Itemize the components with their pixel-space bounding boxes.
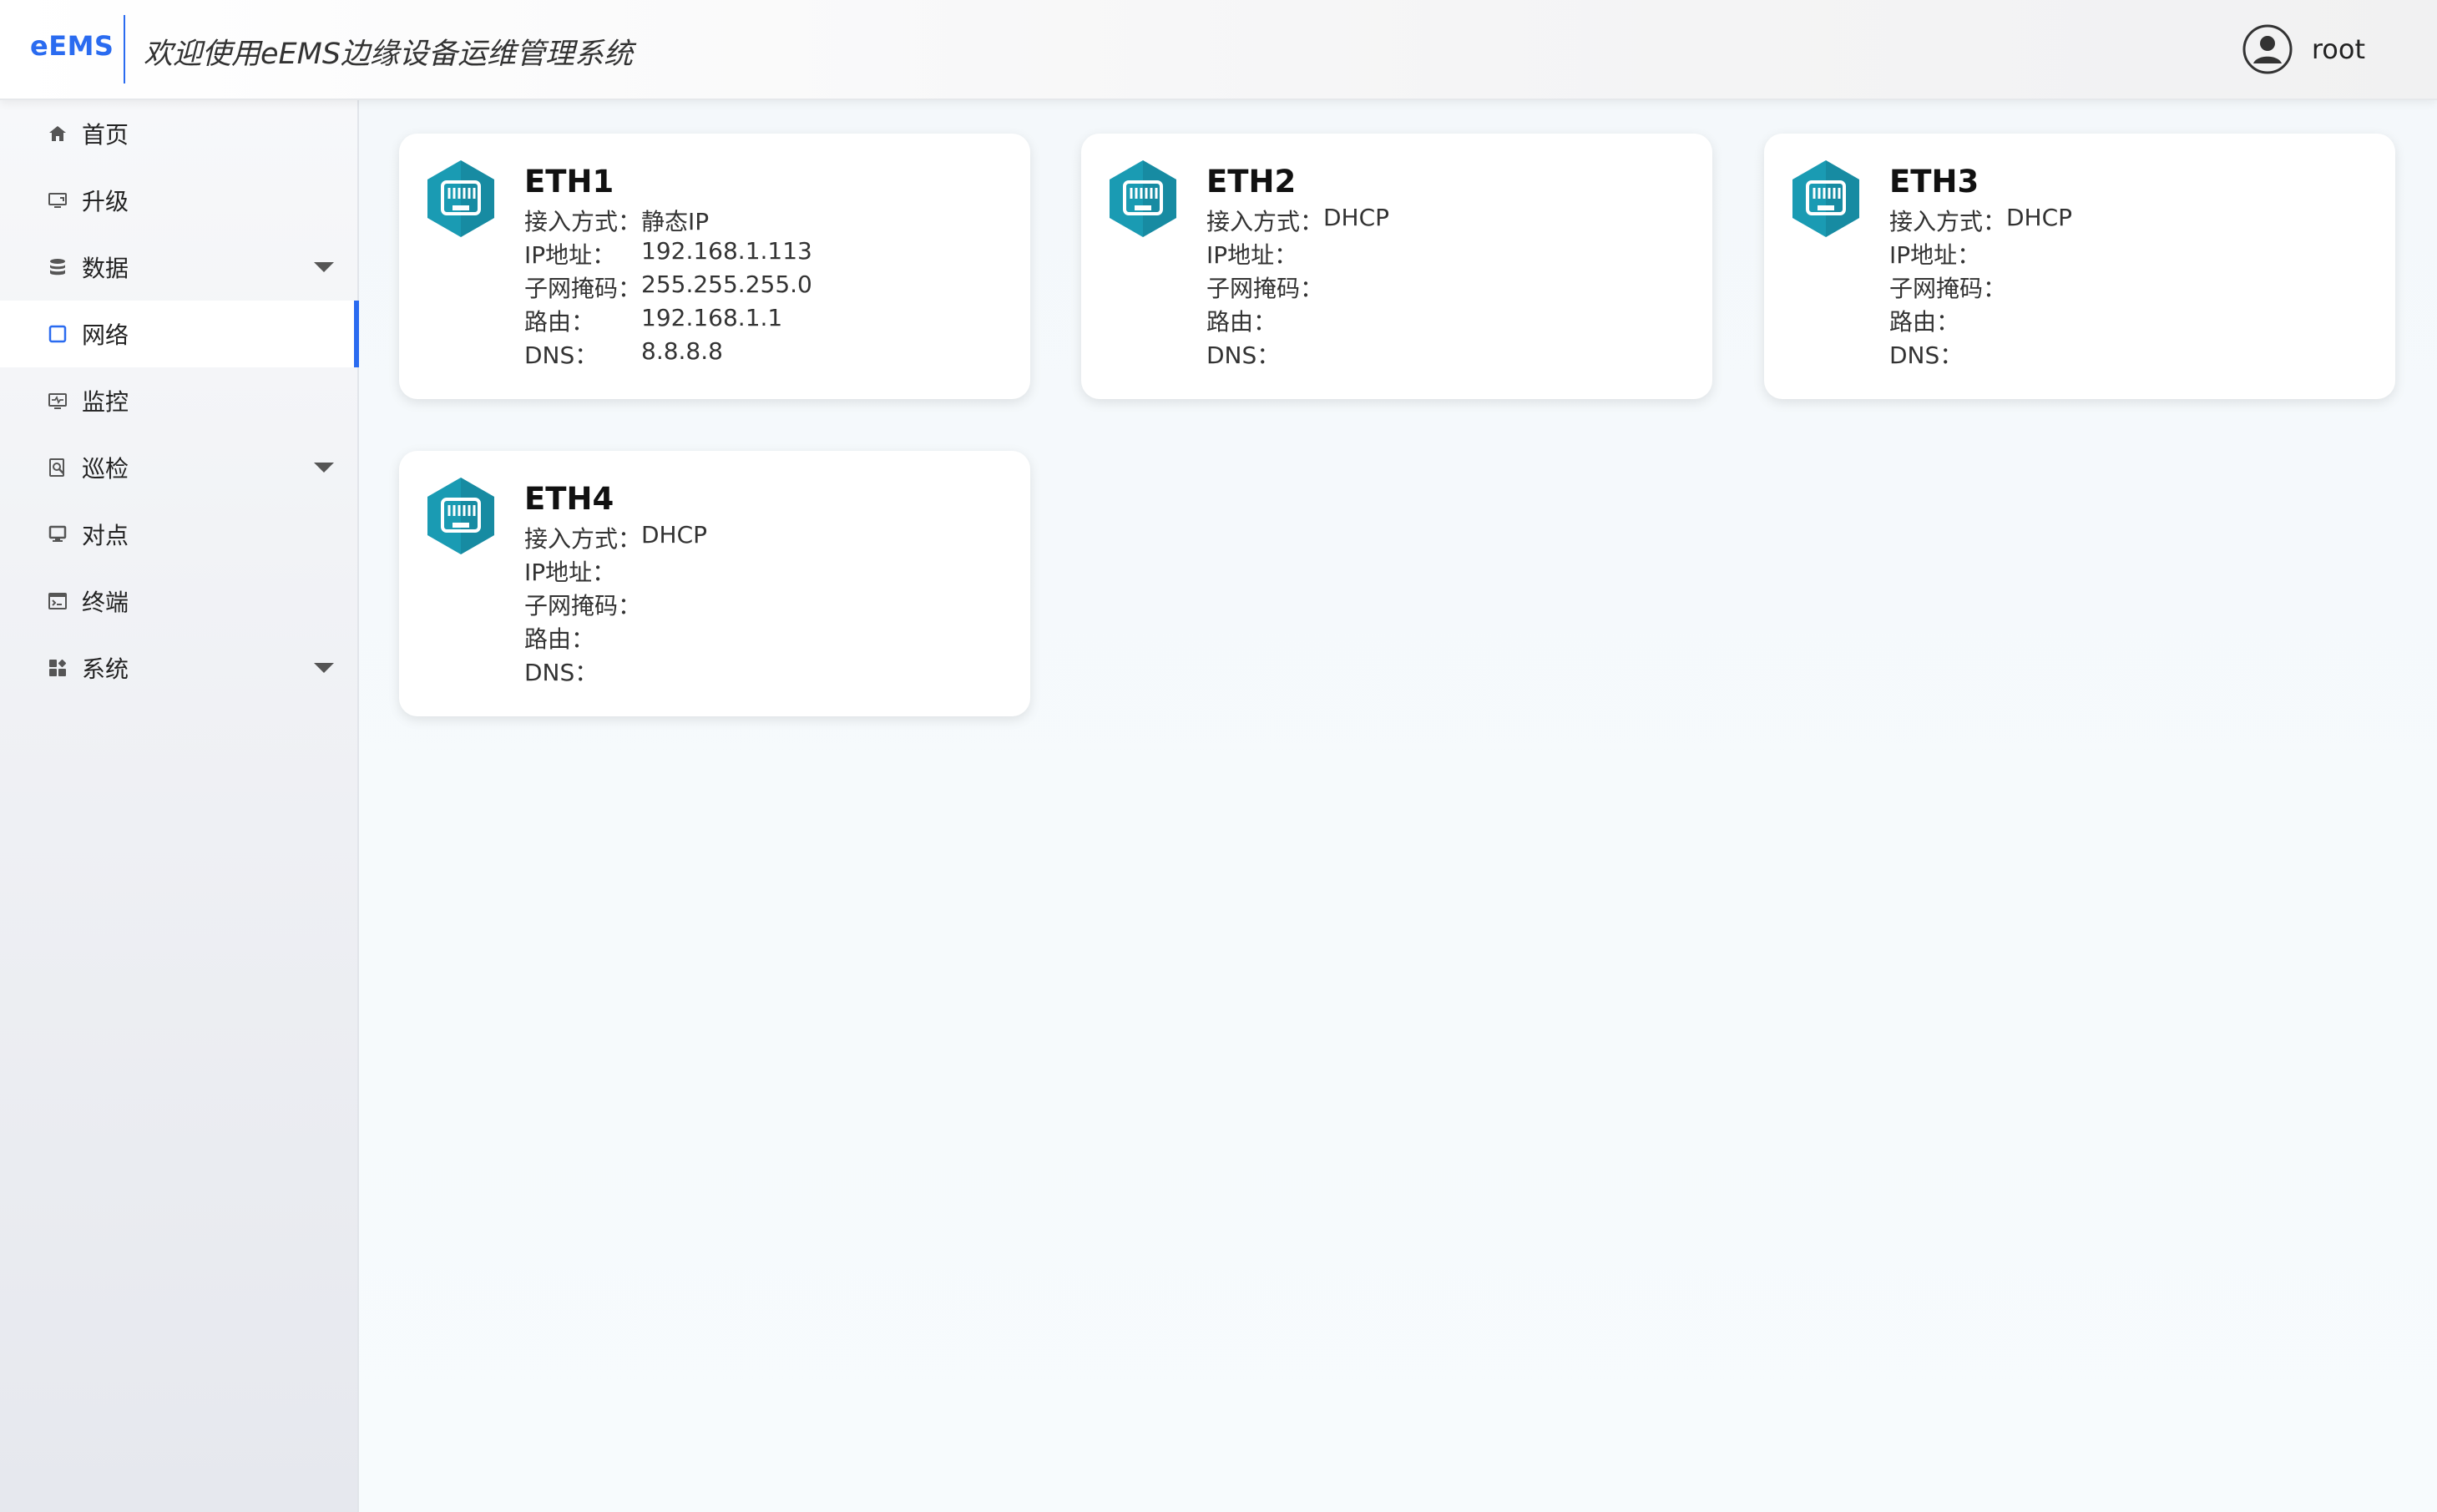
card-row-mask: 子网掩码： (1206, 271, 1323, 304)
sidebar-item-point[interactable]: 对点 (0, 501, 357, 568)
card-row-mode: 接入方式： DHCP (524, 521, 707, 554)
card-title: ETH3 (1889, 164, 1979, 200)
card-row-gateway: 路由： (524, 621, 594, 655)
field-label: 接入方式： (524, 525, 642, 553)
card-row-mode: 接入方式： DHCP (1206, 204, 1389, 237)
sidebar-item-label: 数据 (82, 255, 129, 282)
card-row-ip: IP地址： (524, 554, 615, 588)
field-value: DHCP (2006, 204, 2073, 231)
upgrade-icon (47, 190, 68, 211)
ethernet-port-icon (1110, 160, 1176, 237)
network-card-eth4[interactable]: ETH4 接入方式： DHCP IP地址： 子网掩码： 路由： DNS： (399, 451, 1030, 716)
network-card-eth2[interactable]: ETH2 接入方式： DHCP IP地址： 子网掩码： 路由： DNS： (1081, 134, 1712, 399)
sidebar-item-data[interactable]: 数据 (0, 234, 357, 301)
app-logo[interactable]: eEMS (30, 30, 114, 62)
field-label: 接入方式： (1889, 208, 2007, 235)
field-value: 255.255.255.0 (641, 271, 812, 298)
field-label: 子网掩码： (524, 275, 642, 302)
field-label: 路由： (1889, 308, 1960, 336)
sidebar-item-monitor[interactable]: 监控 (0, 367, 357, 434)
sidebar-item-terminal[interactable]: 终端 (0, 568, 357, 635)
app-root: eEMS 欢迎使用eEMS边缘设备运维管理系统 root 首页 升级 数据 网络… (0, 0, 2437, 1512)
top-header: eEMS 欢迎使用eEMS边缘设备运维管理系统 root (0, 0, 2437, 100)
card-row-ip: IP地址： 192.168.1.113 (524, 237, 812, 271)
card-row-gateway: 路由： (1206, 304, 1277, 337)
field-value: DHCP (641, 521, 708, 549)
field-value: 192.168.1.1 (641, 304, 783, 331)
logo-divider (124, 15, 125, 83)
system-icon (47, 657, 68, 679)
point-icon (47, 523, 68, 545)
database-icon (47, 256, 68, 278)
card-row-ip: IP地址： (1206, 237, 1297, 271)
user-name: root (2311, 33, 2365, 65)
field-label: DNS： (1206, 341, 1281, 369)
field-label: 接入方式： (1206, 208, 1324, 235)
field-label: IP地址： (1889, 241, 1981, 269)
card-title: ETH4 (524, 481, 614, 517)
sidebar-nav: 首页 升级 数据 网络 监控 巡检 对点 终端 系统 (0, 100, 359, 1512)
sidebar-item-label: 首页 (82, 121, 129, 149)
card-row-mask: 子网掩码： 255.255.255.0 (524, 271, 812, 304)
sidebar-item-network[interactable]: 网络 (0, 301, 359, 367)
sidebar-item-label: 终端 (82, 589, 129, 616)
chevron-down-icon[interactable] (314, 463, 334, 473)
card-row-dns: DNS： (1889, 337, 1963, 371)
card-row-mask: 子网掩码： (524, 588, 641, 621)
sidebar-item-inspection[interactable]: 巡检 (0, 434, 357, 501)
ethernet-port-icon (427, 478, 494, 554)
field-label: IP地址： (524, 559, 616, 586)
network-card-eth3[interactable]: ETH3 接入方式： DHCP IP地址： 子网掩码： 路由： DNS： (1764, 134, 2395, 399)
inspection-icon (47, 457, 68, 478)
sidebar-item-label: 网络 (82, 321, 129, 349)
user-menu[interactable]: root (2242, 23, 2365, 75)
card-title: ETH1 (524, 164, 614, 200)
field-label: 路由： (524, 308, 595, 336)
card-row-dns: DNS： (524, 655, 598, 688)
card-row-ip: IP地址： (1889, 237, 1980, 271)
field-label: 子网掩码： (1206, 275, 1324, 302)
sidebar-item-label: 巡检 (82, 455, 129, 483)
sidebar-item-label: 系统 (82, 655, 129, 683)
chevron-down-icon[interactable] (314, 663, 334, 673)
field-label: 路由： (1206, 308, 1277, 336)
network-card-eth1[interactable]: ETH1 接入方式： 静态IP IP地址： 192.168.1.113 子网掩码： 2… (399, 134, 1030, 399)
chevron-down-icon[interactable] (314, 262, 334, 272)
card-row-gateway: 路由： (1889, 304, 1959, 337)
card-row-dns: DNS： 8.8.8.8 (524, 337, 723, 371)
card-title: ETH2 (1206, 164, 1297, 200)
terminal-icon (47, 590, 68, 612)
sidebar-item-system[interactable]: 系统 (0, 635, 357, 701)
card-row-mode: 接入方式： 静态IP (524, 204, 709, 237)
field-value: 静态IP (641, 208, 710, 235)
field-label: 子网掩码： (1889, 275, 2007, 302)
welcome-title: 欢迎使用eEMS边缘设备运维管理系统 (144, 38, 634, 71)
sidebar-item-label: 监控 (82, 388, 129, 416)
field-value: 8.8.8.8 (641, 337, 723, 365)
home-icon (47, 123, 68, 144)
field-label: DNS： (524, 341, 599, 369)
user-avatar-icon (2242, 24, 2293, 74)
field-label: 路由： (524, 625, 595, 653)
monitor-icon (47, 390, 68, 412)
field-label: IP地址： (524, 241, 616, 269)
field-label: 接入方式： (524, 208, 642, 235)
field-label: DNS： (524, 659, 599, 686)
network-icon (47, 323, 68, 345)
sidebar-item-label: 升级 (82, 188, 129, 215)
card-row-gateway: 路由： 192.168.1.1 (524, 304, 782, 337)
field-label: 子网掩码： (524, 592, 642, 619)
field-label: DNS： (1889, 341, 1964, 369)
ethernet-port-icon (1792, 160, 1859, 237)
field-value: DHCP (1323, 204, 1390, 231)
field-label: IP地址： (1206, 241, 1298, 269)
field-value: 192.168.1.113 (641, 237, 812, 265)
card-row-dns: DNS： (1206, 337, 1280, 371)
sidebar-item-label: 对点 (82, 522, 129, 549)
card-row-mode: 接入方式： DHCP (1889, 204, 2072, 237)
ethernet-port-icon (427, 160, 494, 237)
card-row-mask: 子网掩码： (1889, 271, 2006, 304)
sidebar-item-upgrade[interactable]: 升级 (0, 167, 357, 234)
sidebar-item-home[interactable]: 首页 (0, 100, 357, 167)
